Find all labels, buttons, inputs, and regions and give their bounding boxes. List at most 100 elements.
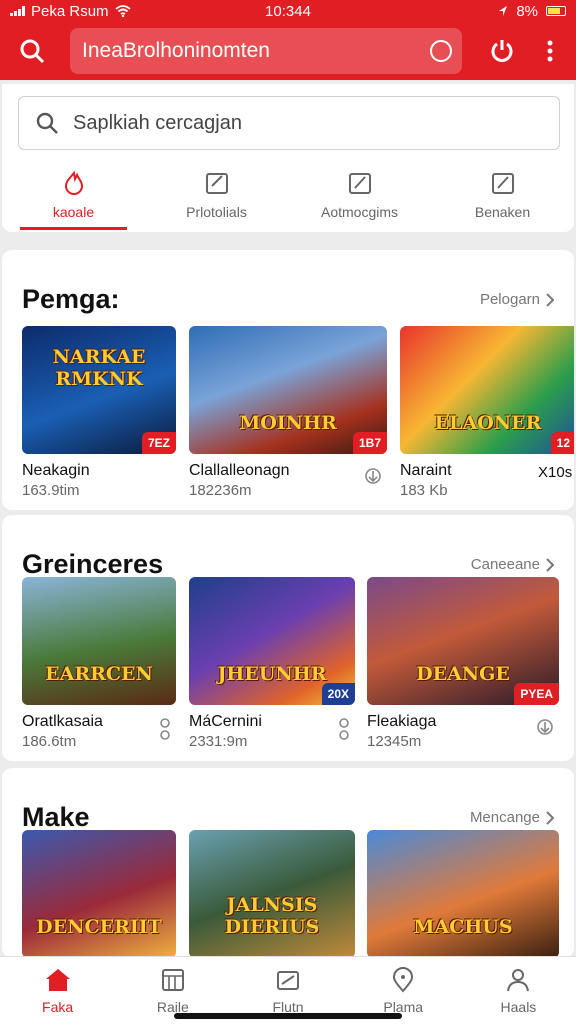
game-art-title: EARRCEN bbox=[45, 663, 153, 685]
title-field[interactable]: IneaBrolhoninomten bbox=[70, 28, 462, 74]
game-card[interactable]: MACHUS bbox=[367, 830, 559, 958]
game-size: 2331:9m bbox=[189, 733, 248, 750]
rating-badge: 7EZ bbox=[141, 432, 176, 454]
info-icon[interactable] bbox=[158, 717, 172, 741]
battery-icon bbox=[546, 6, 566, 16]
chevron-right-icon bbox=[546, 810, 554, 825]
game-thumbnail[interactable]: MACHUS bbox=[367, 830, 559, 958]
game-card[interactable]: EARRCEN Oratlkasaia 186.6tm bbox=[22, 577, 176, 750]
game-thumbnail[interactable]: NARKAE RMKNK 7EZ bbox=[22, 326, 176, 454]
search-placeholder: Saplkiah cercagjan bbox=[73, 111, 242, 134]
game-card[interactable]: DENCERIIT bbox=[22, 830, 176, 958]
folder-icon bbox=[277, 971, 299, 990]
profile-icon bbox=[507, 969, 530, 992]
edit-icon bbox=[205, 173, 228, 194]
refresh-icon[interactable] bbox=[430, 40, 452, 62]
game-thumbnail[interactable]: JALNSIS DIERIUS bbox=[189, 830, 355, 958]
game-thumbnail[interactable]: DEANGE PYEA bbox=[367, 577, 559, 705]
category-tabs: kaoale Prlotolials Aotmocgims Benaken bbox=[2, 166, 574, 232]
chevron-right-icon bbox=[546, 557, 554, 572]
home-indicator[interactable] bbox=[174, 1013, 402, 1019]
tab-prlotolials[interactable]: Prlotolials bbox=[145, 166, 288, 232]
tab-aotmocgims[interactable]: Aotmocgims bbox=[288, 166, 431, 232]
section-pemga: Pemga: Pelogarn NARKAE RMKNK 7EZ Neakagi… bbox=[2, 250, 574, 510]
game-card[interactable]: DEANGE PYEA Fleakiaga 12345m bbox=[367, 577, 559, 750]
game-size: 12345m bbox=[367, 733, 422, 750]
game-art-title: JALNSIS DIERIUS bbox=[224, 894, 320, 938]
download-icon[interactable] bbox=[535, 717, 555, 737]
app-title: IneaBrolhoninomten bbox=[82, 39, 270, 62]
search-button[interactable] bbox=[10, 29, 54, 73]
more-vertical-icon bbox=[547, 40, 553, 62]
game-art-title: NARKAE RMKNK bbox=[52, 346, 146, 390]
game-thumbnail[interactable]: ELAONER 12 bbox=[400, 326, 574, 454]
see-all-label: Caneeane bbox=[470, 556, 540, 573]
search-input[interactable]: Saplkiah cercagjan bbox=[18, 96, 560, 150]
game-name: Fleakiaga bbox=[367, 713, 437, 730]
power-button[interactable] bbox=[480, 29, 524, 73]
rating-badge: 12 bbox=[550, 432, 574, 454]
game-art-title: ELAONER bbox=[434, 412, 542, 434]
tab-kaoale[interactable]: kaoale bbox=[2, 166, 145, 232]
edit-icon bbox=[348, 173, 371, 194]
game-thumbnail[interactable]: DENCERIIT bbox=[22, 830, 176, 958]
tab-benaken[interactable]: Benaken bbox=[431, 166, 574, 232]
game-card[interactable]: NARKAE RMKNK 7EZ Neakagin 163.9tim bbox=[22, 326, 176, 499]
calendar-icon bbox=[161, 969, 184, 991]
see-all-link[interactable]: Caneeane bbox=[471, 556, 554, 573]
section-greinceres: Greinceres Caneeane EARRCEN Oratlkasaia … bbox=[2, 515, 574, 761]
nav-label: Haals bbox=[500, 999, 537, 1015]
game-art-title: MACHUS bbox=[413, 916, 513, 938]
game-name: Clallalleonagn bbox=[189, 462, 290, 479]
tab-label: Aotmocgims bbox=[320, 204, 399, 220]
game-size: 182236m bbox=[189, 482, 252, 499]
game-art-title: MOINHR bbox=[239, 412, 337, 434]
tab-label: Prlotolials bbox=[186, 204, 247, 220]
rating-badge: 20X bbox=[321, 683, 355, 705]
more-options-button[interactable] bbox=[528, 29, 572, 73]
game-art-title: DENCERIIT bbox=[36, 916, 162, 938]
section-title: Pemga: bbox=[22, 284, 120, 314]
see-all-link[interactable]: Mencange bbox=[470, 809, 554, 826]
game-name: MáCernini bbox=[189, 713, 262, 730]
game-art-title: JHEUNHR bbox=[217, 663, 327, 685]
info-icon[interactable] bbox=[337, 717, 351, 741]
rating-badge: PYEA bbox=[514, 683, 559, 705]
chevron-right-icon bbox=[546, 292, 554, 307]
game-card[interactable]: ELAONER 12 Naraint 183 Kb X10s bbox=[400, 326, 574, 499]
game-name: Oratlkasaia bbox=[22, 713, 103, 730]
game-thumbnail[interactable]: MOINHR 1B7 bbox=[189, 326, 387, 454]
download-icon[interactable] bbox=[363, 466, 383, 486]
section-make: Make Mencange DENCERIIT JALNSIS DIERIUS … bbox=[2, 768, 574, 958]
nav-haals[interactable]: Haals bbox=[461, 957, 576, 1024]
game-thumbnail[interactable]: EARRCEN bbox=[22, 577, 176, 705]
section-title: Make bbox=[22, 802, 90, 832]
game-size: 186.6tm bbox=[22, 733, 77, 750]
clock: 10:344 bbox=[265, 2, 311, 20]
game-card[interactable]: JALNSIS DIERIUS bbox=[189, 830, 355, 958]
game-size: 163.9tim bbox=[22, 482, 80, 499]
game-card[interactable]: JHEUNHR 20X MáCernini 2331:9m bbox=[189, 577, 355, 750]
search-icon bbox=[36, 112, 58, 134]
rating-badge: 1B7 bbox=[352, 432, 387, 454]
flame-icon bbox=[64, 170, 83, 195]
game-card[interactable]: MOINHR 1B7 Clallalleonagn 182236m bbox=[189, 326, 387, 499]
game-name: Neakagin bbox=[22, 462, 90, 479]
game-art-title: DEANGE bbox=[416, 663, 510, 685]
tab-label: kaoale bbox=[52, 204, 95, 220]
game-thumbnail[interactable]: JHEUNHR 20X bbox=[189, 577, 355, 705]
app-bar: IneaBrolhoninomten bbox=[0, 22, 576, 80]
nav-faka[interactable]: Faka bbox=[0, 957, 115, 1024]
tab-label: Benaken bbox=[474, 204, 531, 220]
game-size: 183 Kb bbox=[400, 482, 448, 499]
nav-label: Faka bbox=[42, 999, 74, 1015]
search-icon bbox=[20, 39, 45, 64]
home-icon bbox=[45, 969, 70, 991]
location-icon bbox=[393, 967, 414, 993]
status-bar: Peka Rsum 10:344 8% bbox=[0, 0, 576, 22]
power-icon bbox=[491, 40, 513, 62]
section-title: Greinceres bbox=[22, 549, 164, 579]
see-all-label: Pelogarn bbox=[479, 291, 540, 308]
see-all-link[interactable]: Pelogarn bbox=[480, 291, 554, 308]
header-card: Saplkiah cercagjan kaoale Prlotolials Ao… bbox=[2, 84, 574, 232]
